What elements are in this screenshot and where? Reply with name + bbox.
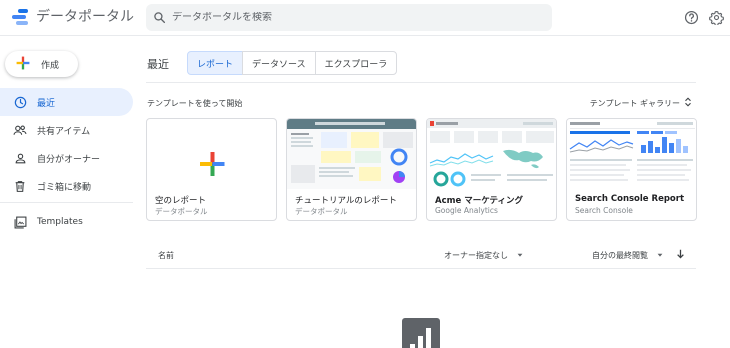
sidebar-item-owned-by-me[interactable]: 自分がオーナー: [0, 144, 133, 172]
card-title: チュートリアルのレポート: [295, 196, 397, 206]
report-list-header: 名前 オーナー指定なし 自分の最終閲覧: [146, 246, 696, 268]
clock-icon: [13, 95, 27, 109]
trash-icon: [13, 179, 27, 193]
sidebar-item-shared[interactable]: 共有アイテム: [0, 116, 133, 144]
content-type-tabs: レポート データソース エクスプローラ: [187, 51, 398, 75]
sidebar-item-label: 最近: [37, 98, 56, 109]
unfold-icon: [684, 97, 692, 109]
search-icon[interactable]: [146, 11, 172, 24]
templates-heading: テンプレートを使って開始: [147, 99, 243, 108]
template-card-acme-marketing[interactable]: Acme マーケティング Google Analytics: [426, 118, 557, 221]
empty-state-report-icon: [402, 318, 440, 348]
card-subtitle: データポータル: [155, 207, 208, 216]
template-card-blank[interactable]: 空のレポート データポータル: [146, 118, 277, 221]
blank-report-thumbnail: [147, 119, 276, 189]
search-console-thumbnail: [567, 119, 696, 189]
owner-filter-dropdown[interactable]: オーナー指定なし: [444, 250, 524, 261]
sidebar-nav: 最近 共有アイテム 自分がオーナー ゴミ箱に移動: [0, 88, 133, 200]
card-title: Search Console Report: [575, 194, 685, 204]
header-divider: [0, 35, 730, 36]
create-button[interactable]: 作成: [5, 51, 78, 77]
tabs-divider: [146, 82, 696, 83]
tab-explorer[interactable]: エクスプローラ: [314, 51, 398, 75]
sidebar-item-templates[interactable]: Templates: [0, 208, 133, 236]
tab-data-sources[interactable]: データソース: [242, 51, 316, 75]
create-label: 作成: [41, 60, 60, 71]
card-title: Acme マーケティング: [435, 196, 524, 206]
card-title: 空のレポート: [155, 196, 207, 206]
dropdown-arrow-icon: [656, 251, 664, 261]
sort-field-label: 自分の最終閲覧: [592, 251, 648, 260]
acme-report-thumbnail: [427, 119, 556, 189]
owner-filter-label: オーナー指定なし: [444, 251, 508, 260]
template-gallery-toggle[interactable]: テンプレート ギャラリー: [590, 97, 692, 109]
person-icon: [13, 151, 27, 165]
shared-people-icon: [13, 123, 27, 137]
help-icon[interactable]: [684, 10, 699, 29]
search-input[interactable]: [172, 12, 532, 23]
card-subtitle: Google Analytics: [435, 206, 498, 215]
top-bar: データポータル: [0, 0, 730, 36]
plus-icon: [16, 55, 30, 74]
tab-reports[interactable]: レポート: [187, 51, 244, 75]
data-studio-logo-icon: [10, 6, 30, 26]
sidebar-item-label: 共有アイテム: [37, 126, 91, 137]
card-subtitle: Search Console: [575, 206, 633, 215]
list-header-divider: [146, 268, 696, 269]
card-subtitle: データポータル: [295, 207, 348, 216]
templates-icon: [13, 215, 27, 229]
gallery-label: テンプレート ギャラリー: [589, 98, 680, 108]
search-bar[interactable]: [146, 4, 552, 31]
sidebar-item-recent[interactable]: 最近: [0, 88, 133, 116]
sidebar-item-trash[interactable]: ゴミ箱に移動: [0, 172, 133, 200]
app-logo[interactable]: データポータル: [10, 6, 134, 26]
template-card-tutorial[interactable]: チュートリアルのレポート データポータル: [286, 118, 417, 221]
settings-icon[interactable]: [709, 10, 724, 29]
sidebar-divider: [0, 202, 133, 203]
app-name: データポータル: [36, 9, 134, 25]
dropdown-arrow-icon: [516, 251, 524, 261]
column-name[interactable]: 名前: [158, 250, 174, 261]
template-card-search-console[interactable]: Search Console Report Search Console: [566, 118, 697, 221]
template-cards: 空のレポート データポータル チュートリアルのレポート データポータル Acme…: [146, 118, 697, 221]
sidebar-item-label: ゴミ箱に移動: [37, 182, 92, 193]
sidebar-item-label: Templates: [37, 217, 83, 227]
colored-plus-icon: [200, 152, 225, 176]
sidebar-item-label: 自分がオーナー: [37, 154, 101, 165]
sort-direction-icon[interactable]: [676, 249, 685, 261]
tutorial-report-thumbnail: [287, 119, 416, 189]
sort-field-dropdown[interactable]: 自分の最終閲覧: [592, 250, 664, 261]
page-title: 最近: [147, 58, 169, 71]
